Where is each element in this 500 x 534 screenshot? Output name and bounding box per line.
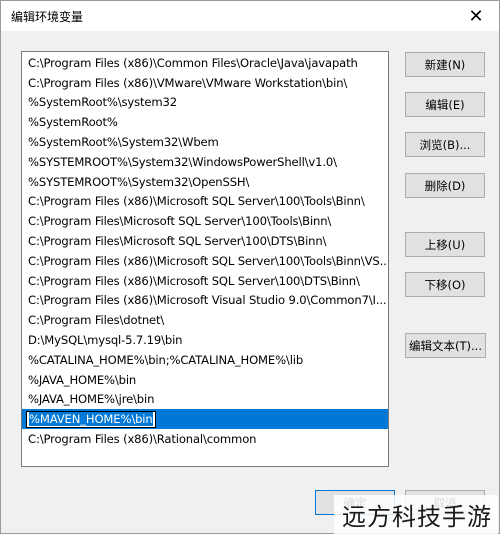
- path-text: C:\Program Files\Microsoft SQL Server\10…: [28, 234, 327, 249]
- path-list[interactable]: C:\Program Files (x86)\Common Files\Orac…: [21, 51, 389, 467]
- path-list-item[interactable]: %JAVA_HOME%\jre\bin: [22, 390, 388, 410]
- path-list-item[interactable]: D:\MySQL\mysql-5.7.19\bin: [22, 330, 388, 350]
- path-list-item[interactable]: %JAVA_HOME%\bin: [22, 370, 388, 390]
- path-list-item[interactable]: %SystemRoot%: [22, 112, 388, 132]
- path-list-item[interactable]: C:\Program Files (x86)\Microsoft SQL Ser…: [22, 192, 388, 212]
- path-list-item[interactable]: C:\Program Files (x86)\Microsoft SQL Ser…: [22, 251, 388, 271]
- path-list-item[interactable]: %SYSTEMROOT%\System32\OpenSSH\: [22, 172, 388, 192]
- path-text: %SystemRoot%\System32\Wbem: [28, 135, 219, 150]
- path-text: C:\Program Files (x86)\Microsoft SQL Ser…: [28, 273, 360, 288]
- path-list-item[interactable]: C:\Program Files (x86)\VMware\VMware Wor…: [22, 73, 388, 93]
- path-list-item[interactable]: %CATALINA_HOME%\bin;%CATALINA_HOME%\lib: [22, 350, 388, 370]
- edit-env-variable-dialog: 编辑环境变量 ✕ C:\Program Files (x86)\Common F…: [0, 0, 500, 534]
- path-list-item[interactable]: C:\Program Files (x86)\Common Files\Orac…: [22, 53, 388, 73]
- path-text: C:\Program Files (x86)\Microsoft SQL Ser…: [28, 253, 388, 268]
- browse-button[interactable]: 浏览(B)...: [405, 132, 485, 157]
- path-text: C:\Program Files (x86)\VMware\VMware Wor…: [28, 75, 348, 90]
- move-up-button[interactable]: 上移(U): [405, 232, 485, 257]
- path-text: C:\Program Files (x86)\Common Files\Orac…: [28, 55, 358, 70]
- dialog-title: 编辑环境变量: [11, 10, 84, 24]
- path-text: %JAVA_HOME%\jre\bin: [28, 392, 155, 407]
- close-icon: ✕: [468, 5, 484, 27]
- move-down-button[interactable]: 下移(O): [405, 272, 485, 297]
- delete-button[interactable]: 删除(D): [405, 173, 485, 198]
- path-list-item[interactable]: %SystemRoot%\System32\Wbem: [22, 132, 388, 152]
- path-list-item[interactable]: C:\Program Files (x86)\Microsoft SQL Ser…: [22, 271, 388, 291]
- path-text: C:\Program Files (x86)\Rational\common: [28, 432, 257, 447]
- path-text: C:\Program Files (x86)\Microsoft Visual …: [28, 293, 387, 308]
- edit-button[interactable]: 编辑(E): [405, 92, 485, 117]
- path-text: %SystemRoot%\system32: [28, 95, 177, 110]
- watermark-text: 远方科技手游: [334, 495, 498, 534]
- path-edit-input[interactable]: %MAVEN_HOME%\bin: [26, 410, 156, 428]
- path-list-item[interactable]: C:\Program Files\dotnet\: [22, 310, 388, 330]
- path-text: %SystemRoot%: [28, 115, 118, 130]
- path-list-item[interactable]: C:\Program Files\Microsoft SQL Server\10…: [22, 211, 388, 231]
- selected-text: %MAVEN_HOME%\bin: [29, 411, 153, 426]
- path-list-item[interactable]: %MAVEN_HOME%\bin: [22, 409, 388, 430]
- path-text: D:\MySQL\mysql-5.7.19\bin: [28, 333, 183, 348]
- path-list-item[interactable]: C:\Program Files (x86)\Microsoft Visual …: [22, 291, 388, 311]
- path-text: C:\Program Files (x86)\Microsoft SQL Ser…: [28, 194, 365, 209]
- path-list-item[interactable]: %SYSTEMROOT%\System32\WindowsPowerShell\…: [22, 152, 388, 172]
- path-list-item[interactable]: C:\Program Files\Microsoft SQL Server\10…: [22, 231, 388, 251]
- close-button[interactable]: ✕: [453, 1, 499, 31]
- path-text: %CATALINA_HOME%\bin;%CATALINA_HOME%\lib: [28, 352, 304, 367]
- new-button[interactable]: 新建(N): [405, 52, 485, 77]
- path-list-item[interactable]: C:\Program Files (x86)\Rational\common: [22, 429, 388, 449]
- path-text: C:\Program Files\Microsoft SQL Server\10…: [28, 214, 332, 229]
- path-text: %SYSTEMROOT%\System32\OpenSSH\: [28, 174, 250, 189]
- path-text: C:\Program Files\dotnet\: [28, 313, 165, 328]
- title-bar: 编辑环境变量 ✕: [1, 1, 499, 31]
- path-text: %JAVA_HOME%\bin: [28, 372, 137, 387]
- path-text: %SYSTEMROOT%\System32\WindowsPowerShell\…: [28, 154, 337, 169]
- edit-text-button[interactable]: 编辑文本(T)...: [405, 333, 486, 358]
- path-list-item[interactable]: %SystemRoot%\system32: [22, 93, 388, 113]
